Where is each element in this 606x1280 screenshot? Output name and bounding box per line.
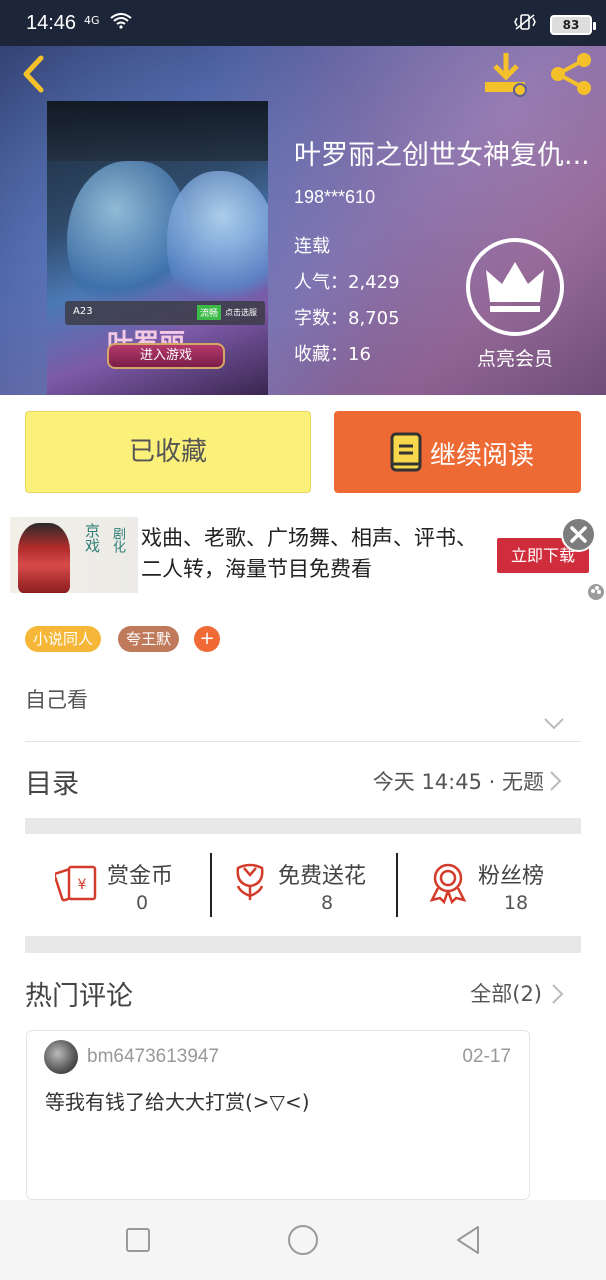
words-label: 字数： <box>294 308 348 329</box>
ad-image-text-2: 剧化 <box>110 527 125 553</box>
section-separator <box>25 936 581 953</box>
book-popularity: 人气：2,429 <box>294 268 400 294</box>
ad-text: 戏曲、老歌、广场舞、相声、评书、二人转，海量节目免费看 <box>141 526 477 581</box>
fan-rank-label: 粉丝榜 <box>478 864 545 889</box>
stats-row: ¥ 赏金币 0 免费送花 8 粉丝榜 18 <box>25 834 581 936</box>
cover-art-top <box>47 101 268 161</box>
favorites-label: 收藏： <box>294 344 348 365</box>
book-info-section: 小说同人 夸王默 + 自己看 目录 今天 14:45 · 无题 ¥ 赏金币 0 <box>0 600 606 1200</box>
toc-latest-chapter: 今天 14:45 · 无题 <box>372 770 544 794</box>
reward-coins-stat[interactable]: ¥ 赏金币 0 <box>25 834 211 936</box>
continue-reading-label: 继续阅读 <box>430 441 535 471</box>
book-favorites: 收藏：16 <box>294 340 371 366</box>
tag-chip[interactable]: 小说同人 <box>25 626 102 652</box>
tag-chip[interactable]: 夸王默 <box>118 626 180 652</box>
hot-comments-title: 热门评论 <box>25 981 133 1012</box>
all-comments-link[interactable]: 全部(2) <box>470 978 542 1008</box>
cover-badge: A23 <box>73 306 93 317</box>
home-button[interactable] <box>287 1224 319 1256</box>
status-bar: 14:46 4G 83 <box>0 0 606 46</box>
continue-reading-button[interactable]: 继续阅读 <box>334 411 581 493</box>
svg-text:¥: ¥ <box>78 877 87 893</box>
download-icon[interactable] <box>482 50 530 98</box>
ad-image: 京戏 剧化 <box>10 517 138 593</box>
book-icon <box>390 432 422 472</box>
chevron-down-icon[interactable] <box>543 716 565 735</box>
ad-opera-figure <box>18 523 70 593</box>
ad-mark-icon <box>588 584 604 600</box>
award-ribbon-icon <box>429 863 467 904</box>
signal-icon: 4G <box>84 14 100 27</box>
back-button[interactable] <box>14 52 54 96</box>
cover-tag: 流畅 <box>197 305 222 320</box>
ad-image-text-1: 京戏 <box>83 523 101 553</box>
cover-server-bar: A23 流畅 点击选服 <box>65 301 265 325</box>
vip-button[interactable] <box>466 238 564 336</box>
book-cover[interactable]: A23 流畅 点击选服 叶罗丽 进入游戏 <box>47 101 268 395</box>
comment-username[interactable]: bm6473613947 <box>87 1046 219 1068</box>
share-icon[interactable] <box>548 52 596 96</box>
coin-envelope-icon: ¥ <box>55 865 97 902</box>
avatar[interactable] <box>44 1040 78 1074</box>
section-separator <box>25 818 581 834</box>
circle-icon <box>288 1225 318 1255</box>
action-bar: 已收藏 继续阅读 <box>0 395 606 510</box>
cover-art-character-right <box>167 171 268 321</box>
popularity-label: 人气： <box>294 272 348 293</box>
fan-rank-stat[interactable]: 粉丝榜 18 <box>398 834 581 936</box>
reward-coins-value: 0 <box>135 892 149 914</box>
crown-icon <box>486 262 544 312</box>
cover-game-button: 进入游戏 <box>107 343 225 369</box>
fan-rank-value: 18 <box>503 892 529 914</box>
chevron-right-icon <box>550 771 562 791</box>
collected-button[interactable]: 已收藏 <box>25 411 311 493</box>
square-icon <box>126 1228 150 1252</box>
book-intro: 自己看 <box>25 688 88 712</box>
popularity-value: 2,429 <box>348 272 400 293</box>
back-nav-button[interactable] <box>452 1224 484 1256</box>
close-icon <box>570 526 587 543</box>
toc-title: 目录 <box>25 769 79 800</box>
free-flower-value: 8 <box>320 892 334 914</box>
book-title: 叶罗丽之创世女神复仇... <box>294 140 590 171</box>
favorites-value: 16 <box>348 344 371 365</box>
system-nav-bar <box>0 1200 606 1280</box>
comment-text: 等我有钱了给大大打赏(>▽<) <box>45 1090 310 1114</box>
book-words: 字数：8,705 <box>294 304 400 330</box>
wifi-icon <box>110 13 132 33</box>
book-author[interactable]: 198***610 <box>294 187 375 208</box>
battery-icon: 83 <box>550 15 596 35</box>
triangle-back-icon <box>457 1226 479 1254</box>
toc-row[interactable]: 目录 今天 14:45 · 无题 <box>0 742 606 818</box>
reward-coins-label: 赏金币 <box>107 864 174 889</box>
flower-icon <box>236 863 264 900</box>
ad-banner[interactable]: 京戏 剧化 戏曲、老歌、广场舞、相声、评书、二人转，海量节目免费看 立即下载 <box>0 510 606 600</box>
free-flower-stat[interactable]: 免费送花 8 <box>212 834 397 936</box>
cover-small-text: 点击选服 <box>225 308 257 317</box>
add-tag-button[interactable]: + <box>194 626 220 652</box>
status-time: 14:46 <box>26 12 77 34</box>
chevron-right-icon[interactable] <box>551 983 565 1005</box>
comment-card[interactable]: bm6473613947 02-17 等我有钱了给大大打赏(>▽<) <box>26 1030 530 1200</box>
words-value: 8,705 <box>348 308 400 329</box>
ad-close-button[interactable] <box>561 517 596 552</box>
book-header: 14:46 4G 83 A23 流畅 点击选服 叶罗丽 进入游戏 叶罗丽之创世女… <box>0 0 606 395</box>
vip-label[interactable]: 点亮会员 <box>470 344 560 371</box>
recent-apps-button[interactable] <box>122 1224 154 1256</box>
vibrate-icon <box>512 13 538 35</box>
comment-date: 02-17 <box>462 1046 511 1067</box>
free-flower-label: 免费送花 <box>278 864 367 889</box>
book-status: 连载 <box>294 236 330 257</box>
